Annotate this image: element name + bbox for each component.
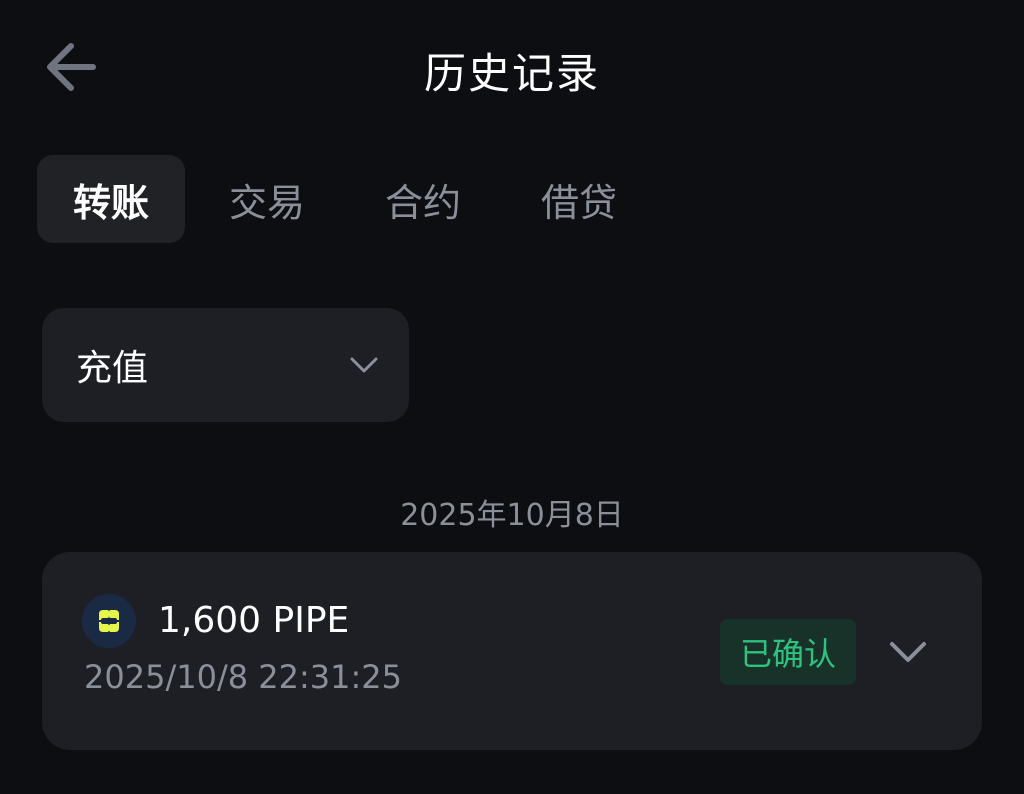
type-filter-select[interactable]: 充值 bbox=[42, 308, 409, 422]
chevron-down-icon bbox=[350, 357, 378, 373]
tab-trade[interactable]: 交易 bbox=[193, 155, 341, 243]
header: 历史记录 bbox=[0, 0, 1024, 140]
transaction-amount: 1,600 PIPE bbox=[158, 600, 350, 641]
filter-selected-value: 充值 bbox=[76, 348, 149, 389]
tab-contract[interactable]: 合约 bbox=[349, 155, 497, 243]
transaction-datetime: 2025/10/8 22:31:25 bbox=[84, 658, 402, 696]
expand-button[interactable] bbox=[882, 628, 934, 676]
date-group-header: 2025年10月8日 bbox=[400, 498, 624, 533]
tab-transfer[interactable]: 转账 bbox=[37, 155, 186, 243]
tab-bar: 转账 交易 合约 借贷 bbox=[37, 155, 653, 243]
tab-lending[interactable]: 借贷 bbox=[505, 155, 653, 243]
transaction-card[interactable]: 1,600 PIPE 2025/10/8 22:31:25 已确认 bbox=[42, 552, 982, 750]
page-title: 历史记录 bbox=[423, 49, 600, 98]
pipe-token-icon bbox=[82, 594, 136, 648]
status-badge: 已确认 bbox=[720, 619, 856, 685]
chevron-down-icon bbox=[890, 642, 926, 662]
